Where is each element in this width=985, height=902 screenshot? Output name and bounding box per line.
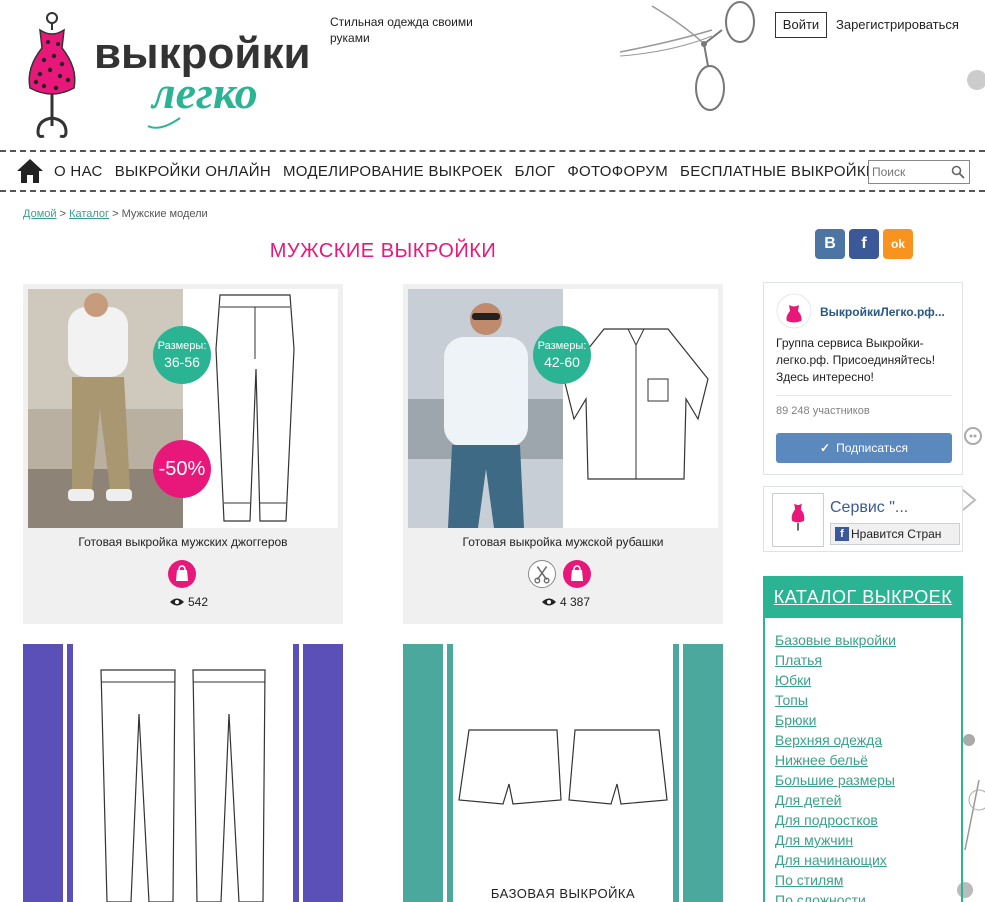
nav-item-about[interactable]: О НАС xyxy=(54,163,103,180)
vk-members-count: 89 248 участников xyxy=(776,405,870,417)
catalog-item-skirts[interactable]: Юбки xyxy=(775,670,896,690)
catalog-item-by-style[interactable]: По стилям xyxy=(775,870,896,890)
product-card-shirt[interactable]: Размеры: 42-60 Готовая выкройка мужской … xyxy=(403,284,723,624)
breadcrumb-home-link[interactable]: Домой xyxy=(23,208,57,220)
product-card-shorts[interactable]: БАЗОВАЯ ВЫКРОЙКА xyxy=(403,644,723,902)
sale-badge: -50% xyxy=(153,440,211,498)
site-logo[interactable]: выкройки легко xyxy=(20,8,330,143)
catalog-item-plus-size[interactable]: Большие размеры xyxy=(775,770,896,790)
sizes-badge: Размеры: 42-60 xyxy=(533,326,591,384)
shopping-bag-icon[interactable] xyxy=(563,560,591,588)
home-icon[interactable] xyxy=(16,158,44,184)
catalog-item-men[interactable]: Для мужчин xyxy=(775,830,896,850)
vk-subscribe-button[interactable]: ✓ Подписаться xyxy=(776,433,952,463)
dress-form-icon xyxy=(28,12,76,138)
catalog-item-lingerie[interactable]: Нижнее бельё xyxy=(775,750,896,770)
product-image[interactable] xyxy=(23,644,343,902)
product-title[interactable]: Готовая выкройка мужских джоггеров xyxy=(23,535,343,549)
product-image[interactable] xyxy=(403,644,723,902)
breadcrumb-current: Мужские модели xyxy=(121,208,208,220)
search-input[interactable] xyxy=(869,161,947,183)
eye-icon xyxy=(542,598,556,606)
nav-item-blog[interactable]: БЛОГ xyxy=(515,163,556,180)
login-button[interactable]: Войти xyxy=(775,12,827,38)
product-image[interactable] xyxy=(408,289,718,528)
catalog-item-beginners[interactable]: Для начинающих xyxy=(775,850,896,870)
nav-item-free-patterns[interactable]: БЕСПЛАТНЫЕ ВЫКРОЙКИ xyxy=(680,163,877,180)
product-card-joggers[interactable]: Размеры: 36-56 -50% Готовая выкройка муж… xyxy=(23,284,343,624)
shopping-bag-icon[interactable] xyxy=(168,560,196,588)
catalog-item-dresses[interactable]: Платья xyxy=(775,650,896,670)
facebook-page-name[interactable]: Сервис "... xyxy=(830,499,908,517)
vk-group-widget: ВыкройкиЛегко.рф... Группа сервиса Выкро… xyxy=(763,282,963,475)
facebook-like-button[interactable]: f Нравится Стран xyxy=(830,523,960,545)
catalog-item-trousers[interactable]: Брюки xyxy=(775,710,896,730)
product-title[interactable]: Готовая выкройка мужской рубашки xyxy=(403,535,723,549)
facebook-page-widget: Сервис "... f Нравится Стран xyxy=(763,486,963,552)
page-thumbnail[interactable] xyxy=(772,493,824,547)
odnoklassniki-share-button[interactable]: ok xyxy=(883,229,913,259)
logo-text-sub: легко xyxy=(150,67,258,118)
catalog-item-by-difficulty[interactable]: По сложности xyxy=(775,890,896,902)
breadcrumb-catalog-link[interactable]: Каталог xyxy=(69,208,109,220)
site-tagline: Стильная одежда своими руками xyxy=(330,15,473,45)
search-icon[interactable] xyxy=(951,165,965,179)
group-avatar[interactable] xyxy=(776,293,812,329)
view-count-value: 4 387 xyxy=(560,595,591,609)
breadcrumb: Домой > Каталог > Мужские модели xyxy=(23,208,208,220)
view-count: 542 xyxy=(169,595,208,609)
catalog-sidebar: КАТАЛОГ ВЫКРОЕК Базовые выкройки Платья … xyxy=(763,576,963,902)
vk-group-name[interactable]: ВыкройкиЛегко.рф... xyxy=(820,305,945,319)
search-box xyxy=(868,160,970,184)
product-card-trousers[interactable] xyxy=(23,644,343,902)
view-count: 4 387 xyxy=(541,595,590,609)
facebook-like-label: Нравится Стран xyxy=(851,527,942,541)
nav-item-modeling[interactable]: МОДЕЛИРОВАНИЕ ВЫКРОЕК xyxy=(283,163,503,180)
catalog-item-tops[interactable]: Топы xyxy=(775,690,896,710)
register-link[interactable]: Зарегистрироваться xyxy=(836,17,959,32)
nav-item-patterns-online[interactable]: ВЫКРОЙКИ ОНЛАЙН xyxy=(115,163,271,180)
page-title: МУЖСКИЕ ВЫКРОЙКИ xyxy=(269,240,497,262)
main-nav: О НАС ВЫКРОЙКИ ОНЛАЙН МОДЕЛИРОВАНИЕ ВЫКР… xyxy=(0,150,985,192)
breadcrumb-separator: > xyxy=(109,208,122,220)
facebook-icon: f xyxy=(835,527,849,541)
product-title[interactable]: БАЗОВАЯ ВЫКРОЙКА xyxy=(403,886,723,901)
catalog-item-basic[interactable]: Базовые выкройки xyxy=(775,630,896,650)
catalog-title[interactable]: КАТАЛОГ ВЫКРОЕК xyxy=(763,576,963,618)
view-count-value: 542 xyxy=(188,595,209,609)
catalog-item-outerwear[interactable]: Верхняя одежда xyxy=(775,730,896,750)
breadcrumb-separator: > xyxy=(56,208,70,220)
catalog-item-teens[interactable]: Для подростков xyxy=(775,810,896,830)
vk-icon: ✓ xyxy=(820,441,831,455)
sizes-badge: Размеры: 36-56 xyxy=(153,326,211,384)
vk-subscribe-label: Подписаться xyxy=(836,441,908,455)
scissors-decoration-icon xyxy=(619,1,755,111)
facebook-share-button[interactable]: f xyxy=(849,229,879,259)
scissors-icon[interactable] xyxy=(528,560,556,588)
catalog-item-kids[interactable]: Для детей xyxy=(775,790,896,810)
eye-icon xyxy=(170,598,184,606)
vk-share-button[interactable]: B xyxy=(815,229,845,259)
divider xyxy=(776,395,952,396)
nav-item-photoforum[interactable]: ФОТОФОРУМ xyxy=(567,163,668,180)
vk-group-description: Группа сервиса Выкройки-легко.рф. Присое… xyxy=(776,336,936,384)
